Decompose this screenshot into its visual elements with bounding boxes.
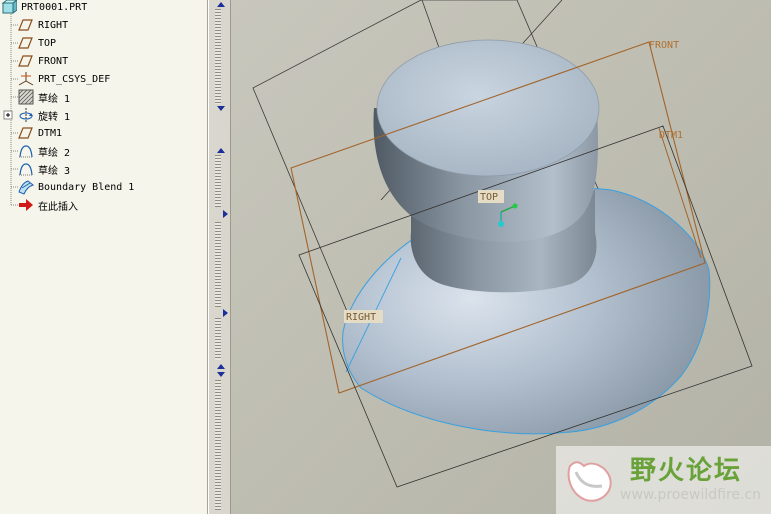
watermark-title: 野火论坛 [630,456,743,486]
sketch-curve-icon [18,143,34,159]
collapse-up-icon[interactable] [217,364,225,369]
tree-root-label: PRT0001.PRT [21,1,88,13]
tree-item-right[interactable]: RIGHT [18,16,68,34]
tree-item-label: PRT_CSYS_DEF [38,73,111,85]
splitter-grip[interactable] [215,380,221,510]
tree-item-label: DTM1 [38,127,63,139]
datum-plane-icon [18,35,34,51]
datum-plane-icon [18,17,34,33]
coordinate-system-icon [18,71,34,87]
expand-right-icon[interactable] [223,309,228,317]
revolve-icon [18,107,34,123]
tree-item-label: 在此插入 [38,201,78,213]
datum-plane-icon [18,125,34,141]
tree-root-part[interactable]: PRT0001.PRT [1,0,87,16]
panel-splitter[interactable] [208,0,231,514]
sketch-curve-icon [18,161,34,177]
tree-item-label: 草绘 3 [38,165,71,177]
csys-point [512,203,518,209]
tree-item-label: 旋转 1 [38,111,71,123]
tree-item-boundary-blend1[interactable]: Boundary Blend 1 [18,178,134,196]
part-icon [1,0,18,15]
collapse-up-icon[interactable] [217,2,225,7]
tree-item-label: RIGHT [38,19,69,31]
dtm1-plane-tag[interactable]: DTM1 [659,130,683,141]
splitter-grip[interactable] [215,222,221,307]
boundary-blend-icon [18,179,35,195]
sketch-hatched-icon [18,89,34,105]
splitter-grip[interactable] [215,155,221,207]
tree-item-sketch2[interactable]: 草绘 2 [18,142,70,160]
datum-plane-icon [18,53,34,69]
right-plane-tag[interactable]: RIGHT [346,312,376,323]
tree-item-label: Boundary Blend 1 [38,181,135,193]
front-plane-tag[interactable]: FRONT [649,40,679,51]
tree-item-dtm1[interactable]: DTM1 [18,124,62,142]
tree-item-top[interactable]: TOP [18,34,56,52]
tree-item-label: FRONT [38,55,69,67]
collapse-up-icon[interactable] [217,148,225,153]
tree-item-label: TOP [38,37,57,49]
tree-item-front[interactable]: FRONT [18,52,68,70]
splitter-grip[interactable] [215,9,221,104]
graphics-viewport[interactable]: FRONT DTM1 TOP RIGHT [231,0,771,514]
tree-item-revolve1[interactable]: 旋转 1 [18,106,70,124]
tree-item-sketch3[interactable]: 草绘 3 [18,160,70,178]
model-tree-panel: PRT0001.PRT RIGHT TOP FRONT PRT_CSYS_DEF… [0,0,208,514]
model-3d-scene: FRONT DTM1 TOP RIGHT [252,0,753,488]
tree-item-csys[interactable]: PRT_CSYS_DEF [18,70,110,88]
collapse-down-icon[interactable] [217,106,225,111]
tree-item-label: 草绘 2 [38,147,71,159]
expand-right-icon[interactable] [223,210,228,218]
splitter-grip[interactable] [215,318,221,360]
watermark-url: www.proewildfire.cn [620,487,762,503]
csys-origin[interactable] [498,221,504,227]
insert-here-arrow-icon [18,197,34,213]
collapse-down-icon[interactable] [217,372,225,377]
tree-item-label: 草绘 1 [38,93,71,105]
tree-item-sketch1[interactable]: 草绘 1 [18,88,70,106]
top-plane-tag[interactable]: TOP [480,192,498,203]
revolve-cap-top[interactable] [376,39,600,177]
tree-item-insert-here[interactable]: 在此插入 [18,196,78,214]
